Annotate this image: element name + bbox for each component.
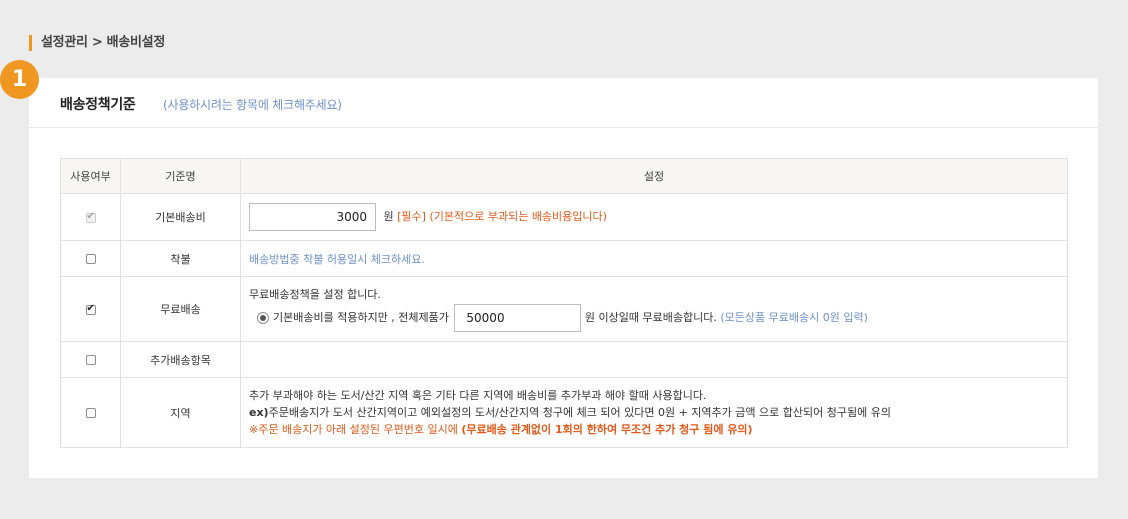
row-name: 지역 [120,377,241,448]
free-shipping-title: 무료배송정책을 설정 합니다. [249,288,381,301]
base-fee-checkbox[interactable]: ✔ [85,210,96,223]
panel-header: 배송정책기준 (사용하시려는 항목에 체크해주세요) [29,78,1098,128]
radio-dot-icon [260,315,266,321]
extra-shipping-checkbox[interactable] [85,355,96,365]
free-shipping-radio[interactable] [257,312,269,324]
table-row-free-shipping: ✔ 무료배송 무료배송정책을 설정 합니다. 기본배송비를 적용하지만 , 전체… [60,276,1068,342]
cod-checkbox[interactable] [85,254,96,264]
header-settings: 설정 [240,158,1068,194]
free-shipping-threshold-input[interactable]: 50000 [454,304,582,332]
panel-hint: (사용하시려는 항목에 체크해주세요) [163,98,342,112]
region-warning: ※주문 배송지가 아래 설정된 우편번호 일시에 [249,423,458,436]
free-shipping-suffix: 원 이상일때 무료배송합니다. [584,311,717,324]
free-shipping-radio-label: 기본배송비를 적용하지만 , 전체제품가 [273,311,449,324]
shipping-policy-panel: 배송정책기준 (사용하시려는 항목에 체크해주세요) 사용여부 기준명 설정 ✔… [29,78,1098,478]
row-name: 무료배송 [120,276,241,342]
example-prefix: ex) [249,406,269,419]
table-row-cod: 착불 배송방법중 착불 허용일시 체크하세요. [60,240,1068,277]
breadcrumb: 설정관리 > 배송비설정 [29,35,165,51]
region-description: 추가 부과해야 하는 도서/산간 지역 혹은 기타 다른 지역에 배송비를 추가… [249,389,707,402]
table-header-row: 사용여부 기준명 설정 [60,158,1068,194]
header-criteria-name: 기준명 [120,158,241,194]
region-example: 주문배송지가 도서 산간지역이고 예외설정의 도서/산간지역 청구에 체크 되어… [268,406,891,419]
currency-unit: 원 [383,210,394,223]
table-row-region: 지역 추가 부과해야 하는 도서/산간 지역 혹은 기타 다른 지역에 배송비를… [60,377,1068,448]
checkmark-icon: ✔ [86,210,95,222]
header-use: 사용여부 [60,158,121,194]
cod-note: 배송방법중 착불 허용일시 체크하세요. [249,252,425,266]
base-fee-input[interactable]: 3000 [249,203,376,231]
region-checkbox[interactable] [85,408,96,418]
table-row-extra-shipping: 추가배송항목 [60,341,1068,378]
required-label: [필수] [397,210,426,223]
free-shipping-checkbox[interactable]: ✔ [85,302,96,315]
region-warning-emphasis: (무료배송 관계없이 1회의 한하여 무조건 추가 청구 됨에 유의) [461,423,753,436]
checkmark-icon: ✔ [86,302,95,314]
table-row-base-fee: ✔ 기본배송비 3000 원 [필수] (기본적으로 부과되는 배송비용입니다) [60,193,1068,241]
step-number-badge: 1 [0,60,39,99]
free-shipping-note: (모든상품 무료배송시 0원 입력) [720,311,868,324]
base-fee-note: (기본적으로 부과되는 배송비용입니다) [429,210,607,223]
row-name: 착불 [120,240,241,277]
row-name: 추가배송항목 [120,341,241,378]
shipping-policy-table: 사용여부 기준명 설정 ✔ 기본배송비 3000 원 [필수] (기본적으로 부… [60,158,1068,448]
panel-title: 배송정책기준 [60,97,136,113]
row-name: 기본배송비 [120,193,241,241]
